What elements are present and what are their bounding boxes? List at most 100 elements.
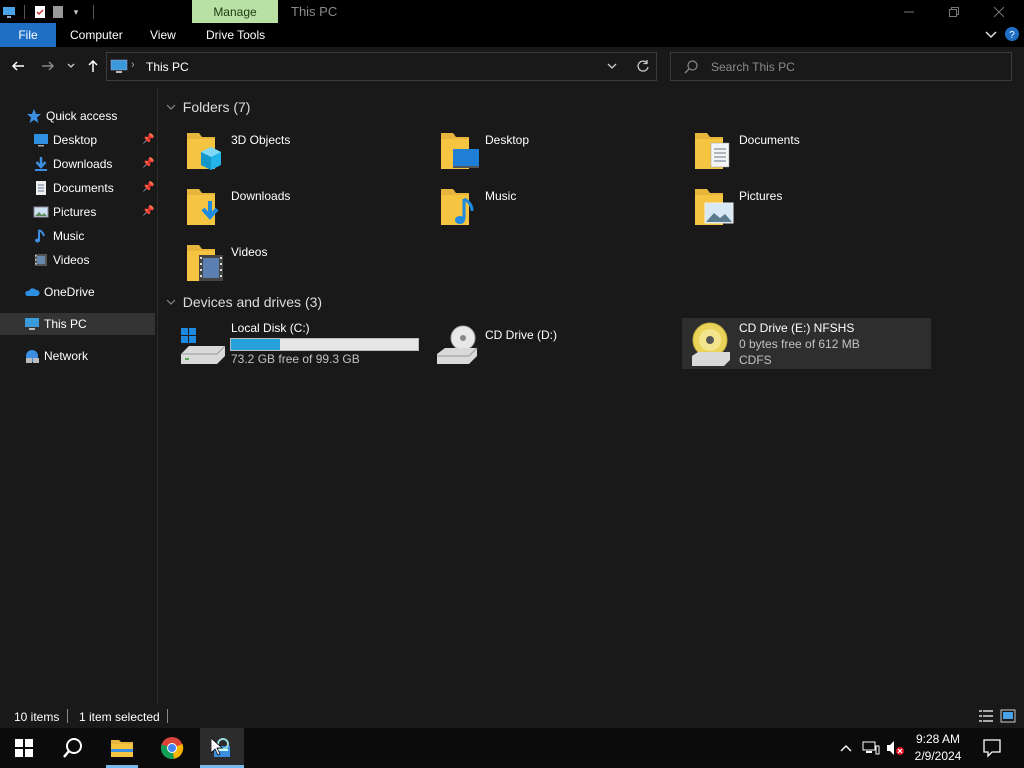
folder-3d-objects[interactable]: 3D Objects xyxy=(183,127,423,175)
mouse-cursor-icon xyxy=(210,737,224,759)
folder-desktop[interactable]: Desktop xyxy=(437,127,677,175)
pin-icon[interactable]: 📌 xyxy=(142,182,154,194)
window-title: This PC xyxy=(291,4,338,19)
up-button[interactable] xyxy=(83,56,103,76)
search-icon xyxy=(63,738,82,758)
nav-network[interactable]: Network xyxy=(0,345,156,367)
manage-tab[interactable]: Manage xyxy=(192,0,278,23)
customize-toolbar-icon[interactable]: ▾ xyxy=(69,5,83,19)
volume-muted-icon xyxy=(887,741,904,755)
arrow-left-icon xyxy=(11,61,24,71)
nav-label: OneDrive xyxy=(44,285,95,299)
restore-button[interactable] xyxy=(931,0,977,23)
minimize-icon xyxy=(904,11,914,12)
nav-desktop[interactable]: Desktop 📌 xyxy=(0,129,156,151)
forward-button[interactable] xyxy=(38,56,58,76)
breadcrumb-this-pc[interactable]: This PC xyxy=(146,60,189,74)
folder-label: Downloads xyxy=(231,189,291,203)
item-count: 10 items xyxy=(14,710,60,724)
help-button[interactable]: ? xyxy=(1004,26,1020,42)
chrome-icon xyxy=(160,737,184,759)
action-center-button[interactable] xyxy=(982,738,1002,758)
nav-downloads[interactable]: Downloads 📌 xyxy=(0,153,156,175)
new-folder-icon[interactable] xyxy=(51,5,65,19)
documents-folder-icon xyxy=(695,133,730,169)
taskbar-chrome[interactable] xyxy=(150,728,194,768)
this-pc-icon[interactable] xyxy=(2,5,16,19)
folder-documents[interactable]: Documents xyxy=(691,127,931,175)
folders-group-header[interactable]: Folders (7) xyxy=(166,99,250,115)
details-view-button[interactable] xyxy=(978,709,994,726)
nav-this-pc[interactable]: This PC xyxy=(0,313,155,335)
separator xyxy=(93,4,94,19)
music-icon xyxy=(33,228,49,244)
arrow-right-icon xyxy=(42,61,55,71)
pin-icon[interactable]: 📌 xyxy=(142,134,154,146)
network-tray-button[interactable] xyxy=(862,740,880,756)
tab-computer[interactable]: Computer xyxy=(58,23,135,47)
minimize-button[interactable] xyxy=(886,0,932,23)
nav-label: Quick access xyxy=(46,109,118,123)
tab-view[interactable]: View xyxy=(138,23,188,47)
back-button[interactable] xyxy=(8,56,28,76)
refresh-icon xyxy=(637,60,649,72)
search-input[interactable]: Search This PC xyxy=(670,52,1012,81)
ribbon-expand-button[interactable] xyxy=(984,27,998,41)
pin-icon[interactable]: 📌 xyxy=(142,158,154,170)
nav-onedrive[interactable]: OneDrive xyxy=(0,281,156,303)
folder-label: 3D Objects xyxy=(231,133,291,147)
address-bar[interactable]: › This PC xyxy=(106,52,657,81)
folder-music[interactable]: Music xyxy=(437,183,677,231)
large-icons-view-button[interactable] xyxy=(1000,709,1016,726)
desktop-icon xyxy=(33,132,49,148)
drive-local-disk-c[interactable]: Local Disk (C:) 73.2 GB free of 99.3 GB xyxy=(176,318,426,368)
recent-locations-button[interactable] xyxy=(63,56,79,76)
folder-label: Pictures xyxy=(739,189,783,203)
refresh-button[interactable] xyxy=(636,59,650,76)
group-label: Devices and drives (3) xyxy=(182,294,323,310)
nav-documents[interactable]: Documents 📌 xyxy=(0,177,156,199)
nav-videos[interactable]: Videos xyxy=(0,249,156,271)
videos-icon xyxy=(33,252,49,268)
cloud-icon xyxy=(24,284,40,300)
volume-tray-button[interactable] xyxy=(886,740,904,756)
folder-downloads[interactable]: Downloads xyxy=(183,183,423,231)
nav-label: Desktop xyxy=(53,133,98,147)
clock-date: 2/9/2024 xyxy=(914,749,962,763)
separator xyxy=(167,709,168,723)
drive-usage-fill xyxy=(231,339,281,350)
clock[interactable]: 9:28 AM 2/9/2024 xyxy=(908,731,968,765)
pin-icon[interactable]: 📌 xyxy=(142,206,154,218)
drive-cd-d[interactable]: CD Drive (D:) xyxy=(430,318,680,368)
drives-group-header[interactable]: Devices and drives (3) xyxy=(166,294,322,310)
clock-time: 9:28 AM xyxy=(915,732,961,746)
nav-label: This PC xyxy=(44,317,87,331)
help-icon: ? xyxy=(1005,27,1019,41)
properties-icon[interactable] xyxy=(33,5,47,19)
folder-pictures[interactable]: Pictures xyxy=(691,183,931,231)
address-dropdown-button[interactable] xyxy=(605,59,619,76)
drive-cd-e-nfshs[interactable]: CD Drive (E:) NFSHS 0 bytes free of 612 … xyxy=(682,318,931,369)
folder-videos[interactable]: Videos xyxy=(183,239,423,287)
nav-pictures[interactable]: Pictures 📌 xyxy=(0,201,156,223)
windows-logo-icon xyxy=(15,739,33,757)
taskbar-search-button[interactable] xyxy=(50,728,96,768)
tab-drive-tools[interactable]: Drive Tools xyxy=(194,23,277,47)
chevron-down-icon xyxy=(67,63,75,68)
taskbar-file-explorer[interactable] xyxy=(100,728,144,768)
close-button[interactable] xyxy=(976,0,1022,23)
nav-label: Videos xyxy=(53,253,90,267)
cd-disc-icon xyxy=(692,322,730,366)
chevron-down-icon xyxy=(166,104,179,115)
start-button[interactable] xyxy=(0,728,48,768)
nav-quick-access[interactable]: Quick access xyxy=(0,105,156,127)
documents-icon xyxy=(33,180,49,196)
tab-file[interactable]: File xyxy=(0,23,56,47)
cd-drive-icon xyxy=(437,325,478,364)
drive-label: CD Drive (E:) NFSHS xyxy=(739,321,855,335)
nav-music[interactable]: Music xyxy=(0,225,156,247)
drive-file-system: CDFS xyxy=(739,353,772,367)
folder-label: Desktop xyxy=(485,133,530,147)
show-hidden-icons-button[interactable] xyxy=(838,740,854,756)
pictures-icon xyxy=(33,204,49,220)
